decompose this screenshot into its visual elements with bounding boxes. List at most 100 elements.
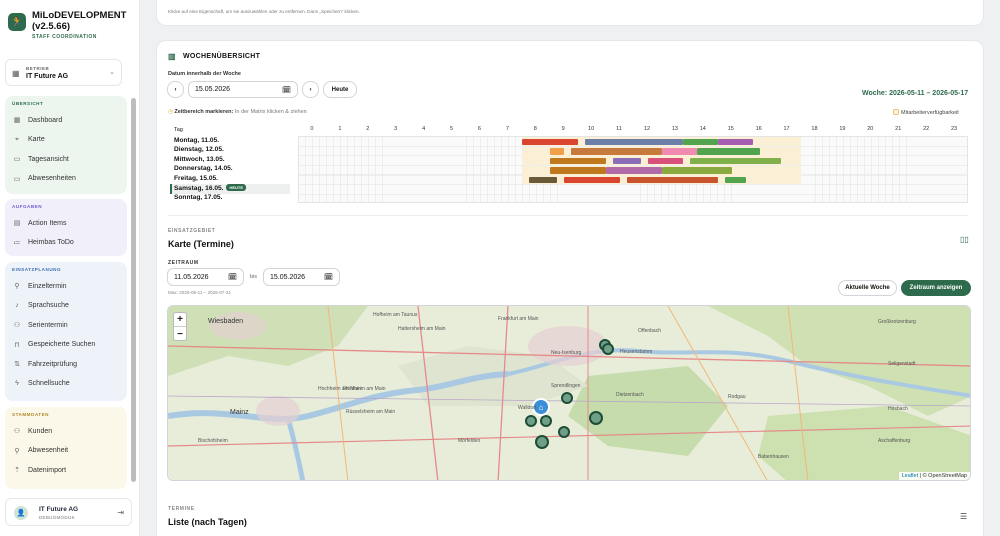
zoom-in-button[interactable]: +: [174, 313, 186, 327]
dashboard-icon: ▦: [13, 117, 21, 124]
map[interactable]: ⌂ Wiesbaden Hofheim am Taunus Hattersheim …: [167, 305, 971, 481]
sidebar-item-kunden[interactable]: ⚇ Kunden: [12, 427, 52, 436]
day-row-label: Dienstag, 12.05.: [174, 146, 224, 153]
calendar-icon[interactable]: 🗓: [324, 273, 333, 281]
week-date-input[interactable]: 15.05.2026 🗓: [188, 81, 298, 98]
appointment-bar[interactable]: [627, 176, 718, 184]
map-icon[interactable]: ▯▯: [960, 235, 969, 244]
map-place-label: Flörsheim am Main: [343, 386, 386, 392]
map-place-label: Frankfurt am Main: [498, 316, 539, 322]
map-place-label: Wiesbaden: [208, 318, 244, 325]
section-divider: [168, 215, 968, 216]
betrieb-select[interactable]: ▦ BETRIEB IT Future AG ⌄: [5, 59, 122, 86]
sidebar-item-fahrzeitprüfung[interactable]: ⇅ Fahrzeitprüfung: [12, 360, 77, 369]
map-place-label: Heusenstamm: [620, 349, 653, 355]
to-date-input[interactable]: 15.05.2026 🗓: [263, 268, 340, 286]
week-matrix: 0 1 2 3 4 5 6 7 8 9 10 11 12 13 14 15 16 17 18 19 20 21 22 23: [298, 126, 968, 203]
day-row-label: Mittwoch, 13.05.: [174, 155, 225, 163]
map-place-label: Dietzenbach: [616, 392, 644, 398]
appointment-bar[interactable]: [613, 157, 641, 165]
appointment-bar[interactable]: [529, 176, 558, 184]
sidebar-item-datenimport[interactable]: ⇡ Datenimport: [12, 466, 66, 475]
appointment-bar[interactable]: [606, 167, 662, 174]
sidebar-item-serientermin[interactable]: ⚇ Serientermin: [12, 321, 68, 330]
map-place-label: Hösbach: [888, 406, 908, 412]
sidebar-item-label: Dashboard: [28, 116, 63, 124]
sidebar-group-title: STAMMDATEN: [12, 412, 49, 417]
appointment-bar[interactable]: [717, 138, 753, 145]
sidebar-item-label: Schnellsuche: [28, 379, 70, 387]
from-date-input[interactable]: 11.05.2026 🗓: [167, 268, 244, 286]
day-row-label-today: Samstag, 16.05. HEUTE: [170, 184, 290, 194]
sidebar-item-einzeltermin[interactable]: ⚲ Einzeltermin: [12, 282, 67, 291]
appointment-bar[interactable]: [682, 138, 718, 145]
map-tiles[interactable]: ⌂: [168, 306, 971, 481]
wochen-title: WOCHENÜBERSICHT: [183, 53, 261, 60]
sidebar-item-action-items[interactable]: ▤ Action Items: [12, 219, 67, 228]
appointment-bar[interactable]: [689, 157, 781, 165]
sidebar-item-sprachsuche[interactable]: ♪ Sprachsuche: [12, 302, 69, 309]
zoom-out-button[interactable]: −: [174, 327, 186, 341]
appointment-bar[interactable]: [564, 176, 621, 184]
logout-icon[interactable]: ⇥: [117, 508, 124, 517]
appointment-bar[interactable]: [696, 148, 760, 155]
calendar-icon: ▭: [13, 156, 21, 163]
calendar-icon[interactable]: 🗓: [282, 86, 291, 94]
leaflet-link[interactable]: Leaflet: [902, 473, 919, 479]
hour-label: 6: [477, 126, 481, 132]
sidebar-item-gespeicherte-suchen[interactable]: ⊓ Gespeicherte Suchen: [12, 341, 95, 349]
hour-label: 17: [783, 126, 790, 132]
next-week-button[interactable]: ›: [302, 81, 319, 98]
sidebar-group-title: EINSATZPLANUNG: [12, 267, 62, 272]
map-place-label: Babenhausen: [758, 454, 789, 460]
appointment-bar[interactable]: [661, 167, 732, 174]
user-name: IT Future AG: [39, 506, 79, 513]
current-week-button[interactable]: Aktuelle Woche: [838, 280, 897, 296]
sidebar-item-heimbas-todo[interactable]: ≔ Heimbas ToDo: [12, 239, 74, 247]
properties-hint: Klicke auf eine Eigenschaft, um sie ausz…: [168, 9, 360, 14]
osm-attribution[interactable]: | © OpenStreetMap: [920, 473, 967, 479]
time-matrix[interactable]: [298, 136, 968, 203]
sidebar-item-label: Sprachsuche: [28, 301, 69, 309]
user-box: 👤 IT Future AG DEBUGMODUS ⇥: [5, 498, 132, 526]
prev-week-button[interactable]: ‹: [167, 81, 184, 98]
zoom-control: + −: [173, 312, 187, 341]
map-attribution: Leaflet | © OpenStreetMap: [898, 472, 970, 480]
termine-eyebrow: TERMINE: [168, 506, 195, 512]
appointment-bar[interactable]: [550, 148, 565, 155]
appointment-bar[interactable]: [661, 148, 697, 155]
day-row-label: Freitag, 15.05.: [174, 174, 218, 182]
sidebar-item-label: Action Items: [28, 219, 67, 227]
today-day-label: Samstag, 16.05.: [174, 185, 224, 192]
appointment-bar[interactable]: [550, 167, 607, 174]
hour-label: 22: [923, 126, 930, 132]
sidebar-item-abwesenheit[interactable]: ⚲ Abwesenheit: [12, 447, 68, 455]
sidebar-item-label: Abwesenheit: [28, 447, 69, 454]
sidebar-item-schnellsuche[interactable]: ϟ Schnellsuche: [12, 380, 70, 387]
day-row-label: Montag, 11.05.: [174, 136, 220, 144]
sidebar-scrollbar[interactable]: [131, 98, 136, 482]
appointment-bar[interactable]: [522, 138, 579, 145]
appointment-bar[interactable]: [571, 148, 662, 155]
person-off-icon: ⚲: [14, 447, 20, 455]
zeit-instruction: In der Matrix klicken & ziehen: [234, 109, 307, 115]
appointment-bar[interactable]: [550, 157, 607, 165]
appointment-bar[interactable]: [585, 138, 683, 145]
sidebar-item-label: Einzeltermin: [28, 282, 67, 290]
sidebar-item-karte[interactable]: ⌖ Karte: [12, 136, 45, 144]
building-icon: ▦: [12, 69, 20, 78]
sidebar-item-abwesenheiten[interactable]: ▭ Abwesenheiten: [12, 175, 76, 183]
sidebar-item-dashboard[interactable]: ▦ Dashboard: [12, 116, 63, 125]
appointment-bar[interactable]: [647, 157, 683, 165]
max-range: Max: 2026-05-11 – 2026-07-31: [168, 290, 231, 295]
map-place-label: Bischofsheim: [198, 438, 228, 444]
hour-label: 1: [338, 126, 342, 132]
appointment-bar[interactable]: [724, 176, 746, 184]
today-button[interactable]: Heute: [323, 81, 357, 98]
calendar-icon[interactable]: 🗓: [228, 273, 237, 281]
lightning-icon: ϟ: [15, 379, 19, 387]
show-range-button[interactable]: Zeitraum anzeigen: [901, 280, 971, 296]
sidebar-item-tagesansicht[interactable]: ▭ Tagesansicht: [12, 155, 69, 164]
map-place-label: Großkrotzenburg: [878, 319, 916, 325]
list-icon[interactable]: ☰: [960, 512, 967, 521]
